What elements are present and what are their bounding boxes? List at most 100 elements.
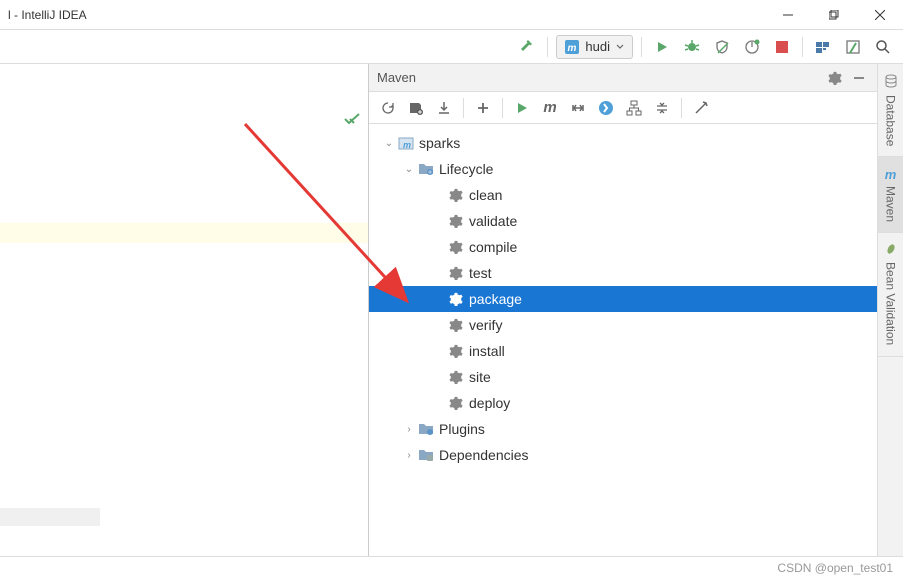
titlebar: l - IntelliJ IDEA <box>0 0 903 30</box>
debug-button[interactable] <box>680 35 704 59</box>
chevron-right-icon[interactable]: › <box>401 450 417 461</box>
coverage-button[interactable] <box>710 35 734 59</box>
reload-icon[interactable] <box>375 95 401 121</box>
editor-area[interactable] <box>0 64 368 556</box>
gear-icon <box>447 266 465 280</box>
inspections-ok-icon[interactable] <box>344 112 360 128</box>
separator <box>641 37 642 57</box>
run-maven-icon[interactable] <box>509 95 535 121</box>
lifecycle-validate[interactable]: validate <box>369 208 877 234</box>
main-content: Maven m <box>0 64 903 556</box>
chevron-down-icon[interactable]: ⌄ <box>381 138 397 149</box>
gear-icon <box>447 214 465 228</box>
tree-label: sparks <box>419 135 460 151</box>
search-button[interactable] <box>871 35 895 59</box>
execute-maven-icon[interactable]: m <box>537 95 563 121</box>
editor-tab-placeholder <box>0 508 100 526</box>
separator <box>463 98 464 118</box>
lifecycle-compile[interactable]: compile <box>369 234 877 260</box>
bean-icon <box>885 243 897 258</box>
folder-icon <box>417 447 435 463</box>
maven-module-icon: m <box>397 135 415 151</box>
sidebar-tab-label: Maven <box>884 186 898 222</box>
maven-panel-header: Maven <box>369 64 877 92</box>
tree-label: clean <box>469 187 502 203</box>
tree-label: package <box>469 291 522 307</box>
tree-label: site <box>469 369 491 385</box>
gear-icon <box>447 344 465 358</box>
window-title: l - IntelliJ IDEA <box>8 8 87 22</box>
close-button[interactable] <box>857 0 903 30</box>
collapse-all-icon[interactable] <box>649 95 675 121</box>
lifecycle-verify[interactable]: verify <box>369 312 877 338</box>
main-toolbar: m hudi <box>0 30 903 64</box>
maven-config-icon: m <box>565 40 579 54</box>
download-sources-icon[interactable] <box>431 95 457 121</box>
gear-icon <box>447 292 465 306</box>
right-sidebar: Database m Maven Bean Validation <box>877 64 903 556</box>
chevron-down-icon <box>616 43 624 51</box>
maven-panel: Maven m <box>368 64 877 556</box>
sidebar-tab-database[interactable]: Database <box>878 64 903 157</box>
profiler-button[interactable] <box>740 35 764 59</box>
gear-icon <box>447 188 465 202</box>
maven-settings-icon[interactable] <box>825 68 845 88</box>
maximize-button[interactable] <box>811 0 857 30</box>
tree-label: install <box>469 343 505 359</box>
show-dependencies-icon[interactable] <box>621 95 647 121</box>
tree-plugins[interactable]: › Plugins <box>369 416 877 442</box>
separator <box>502 98 503 118</box>
chevron-right-icon[interactable]: › <box>401 424 417 435</box>
sidebar-tab-label: Bean Validation <box>884 262 898 345</box>
lifecycle-site[interactable]: site <box>369 364 877 390</box>
hammer-icon[interactable] <box>515 35 539 59</box>
tree-label: compile <box>469 239 517 255</box>
minimize-button[interactable] <box>765 0 811 30</box>
sidebar-tab-maven[interactable]: m Maven <box>878 157 903 233</box>
maven-hide-icon[interactable] <box>849 68 869 88</box>
lifecycle-test[interactable]: test <box>369 260 877 286</box>
run-config-label: hudi <box>585 39 610 54</box>
stop-button[interactable] <box>770 35 794 59</box>
svg-text:m: m <box>403 140 411 150</box>
tree-label: Lifecycle <box>439 161 493 177</box>
chevron-down-icon[interactable]: ⌄ <box>401 164 417 175</box>
run-config-selector[interactable]: m hudi <box>556 35 633 59</box>
maven-panel-title: Maven <box>377 70 416 85</box>
lifecycle-install[interactable]: install <box>369 338 877 364</box>
tree-label: validate <box>469 213 517 229</box>
tree-label: verify <box>469 317 502 333</box>
toggle-skip-tests-icon[interactable] <box>593 95 619 121</box>
lifecycle-package[interactable]: package <box>369 286 877 312</box>
separator <box>681 98 682 118</box>
folder-icon <box>417 421 435 437</box>
maven-settings-button[interactable] <box>688 95 714 121</box>
editor-highlight-line <box>0 223 368 243</box>
svg-text:m: m <box>568 43 577 54</box>
generate-sources-icon[interactable] <box>403 95 429 121</box>
separator <box>802 37 803 57</box>
watermark-text: CSDN @open_test01 <box>777 561 893 575</box>
tree-lifecycle[interactable]: ⌄ Lifecycle <box>369 156 877 182</box>
lifecycle-clean[interactable]: clean <box>369 182 877 208</box>
run-button[interactable] <box>650 35 674 59</box>
folder-icon <box>417 161 435 177</box>
project-structure-button[interactable] <box>811 35 835 59</box>
settings-button[interactable] <box>841 35 865 59</box>
tree-root-sparks[interactable]: ⌄ m sparks <box>369 130 877 156</box>
tree-label: Plugins <box>439 421 485 437</box>
separator <box>547 37 548 57</box>
tree-label: test <box>469 265 492 281</box>
tree-label: deploy <box>469 395 510 411</box>
lifecycle-deploy[interactable]: deploy <box>369 390 877 416</box>
maven-tree[interactable]: ⌄ m sparks ⌄ Lifecycle clean validate comp… <box>369 124 877 556</box>
status-bar: CSDN @open_test01 <box>0 556 903 578</box>
toggle-offline-icon[interactable] <box>565 95 591 121</box>
add-maven-icon[interactable] <box>470 95 496 121</box>
sidebar-tab-bean-validation[interactable]: Bean Validation <box>878 233 903 356</box>
database-icon <box>884 74 898 91</box>
tree-dependencies[interactable]: › Dependencies <box>369 442 877 468</box>
gear-icon <box>447 370 465 384</box>
sidebar-tab-label: Database <box>884 95 898 146</box>
maven-toolbar: m <box>369 92 877 124</box>
